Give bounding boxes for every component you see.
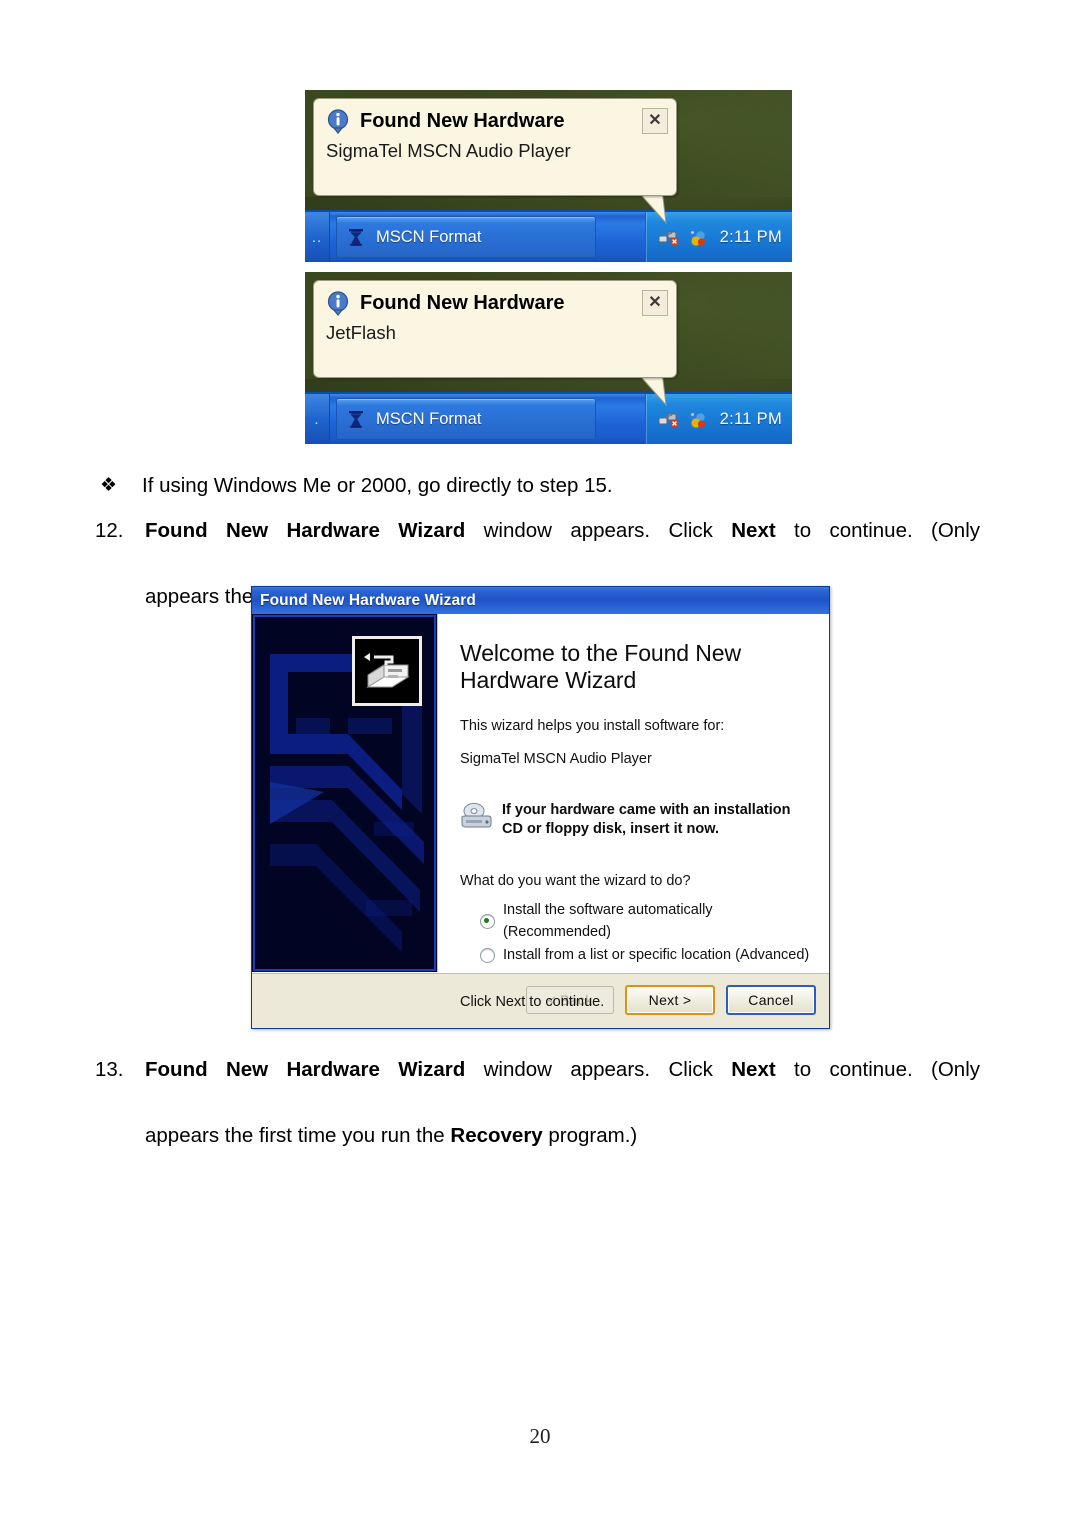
balloon-title: Found New Hardware <box>360 109 565 132</box>
wizard-content: Welcome to the Found New Hardware Wizard… <box>438 614 829 1010</box>
screenshot-balloon-sigmatel: .. MSCN Format 2:11 PM Found New Hardwar… <box>305 90 792 262</box>
radio-install-from-list-label: Install from a list or specific location… <box>503 946 810 963</box>
wizard-cd-note: If your hardware came with an installati… <box>460 801 811 839</box>
found-new-hardware-balloon[interactable]: Found New Hardware ✕ JetFlash <box>313 280 677 378</box>
step-13-line2-prefix: appears the first time you run the <box>145 1124 451 1147</box>
radio-install-automatically-label: Install the software automatically (Reco… <box>503 901 713 941</box>
step-12-number: 12. <box>95 519 124 542</box>
step-13-text-b: to continue. (Only <box>775 1058 980 1081</box>
mscn-format-icon <box>345 408 367 430</box>
taskbar-task-label: MSCN Format <box>376 227 482 246</box>
wizard-options-group: Install the software automatically (Reco… <box>460 899 811 966</box>
note-bullet-line: ❖ If using Windows Me or 2000, go direct… <box>100 472 980 500</box>
balloon-title: Found New Hardware <box>360 291 565 314</box>
taskbar-task-label: MSCN Format <box>376 409 482 428</box>
mscn-format-icon <box>345 226 367 248</box>
tray-balls-icon[interactable] <box>687 409 708 430</box>
taskbar-left-stub: .. <box>305 212 330 262</box>
wizard-title: Found New Hardware Wizard <box>260 591 476 609</box>
hardware-device-icon <box>352 636 422 706</box>
found-new-hardware-wizard-window[interactable]: Found New Hardware Wizard Welcome to the… <box>251 586 830 1029</box>
wizard-device-name: SigmaTel MSCN Audio Player <box>460 751 652 768</box>
found-new-hardware-balloon[interactable]: Found New Hardware ✕ SigmaTel MSCN Audio… <box>313 98 677 196</box>
radio-indicator-selected[interactable] <box>480 913 495 929</box>
wizard-main: Welcome to the Found New Hardware Wizard… <box>252 614 829 1010</box>
balloon-header: Found New Hardware ✕ <box>314 99 676 134</box>
radio-install-automatically[interactable]: Install the software automatically (Reco… <box>480 899 811 944</box>
network-connection-icon[interactable] <box>658 409 679 430</box>
page-number: 20 <box>529 1424 551 1448</box>
step-13-number: 13. <box>95 1058 124 1081</box>
taskbar-task-button[interactable]: MSCN Format <box>336 398 596 440</box>
close-icon[interactable]: ✕ <box>642 290 668 316</box>
balloon-message: JetFlash <box>326 322 396 343</box>
cd-drive-icon <box>460 802 492 830</box>
wizard-titlebar: Found New Hardware Wizard <box>252 587 829 614</box>
step-13-line2-suffix: program.) <box>542 1124 638 1147</box>
step-13-bold-recovery: Recovery <box>450 1124 543 1147</box>
step-13-bold-next: Next <box>731 1058 776 1081</box>
step-12-text-b: to continue. (Only <box>775 519 980 542</box>
close-icon[interactable]: ✕ <box>642 108 668 134</box>
tray-balls-icon[interactable] <box>687 227 708 248</box>
windows-taskbar: . MSCN Format 2:11 PM <box>305 392 792 444</box>
network-connection-icon[interactable] <box>658 227 679 248</box>
radio-install-from-list[interactable]: Install from a list or specific location… <box>480 944 811 966</box>
balloon-message: SigmaTel MSCN Audio Player <box>326 140 571 161</box>
step-12-text-a: window appears. Click <box>465 519 732 542</box>
taskbar-task-button[interactable]: MSCN Format <box>336 216 596 258</box>
taskbar-left-stub: . <box>305 394 330 444</box>
step-13-bold-wizard: Found New Hardware Wizard <box>145 1058 466 1081</box>
balloon-header: Found New Hardware ✕ <box>314 281 676 316</box>
wizard-question: What do you want the wizard to do? <box>460 872 691 889</box>
screenshot-balloon-jetflash: . MSCN Format 2:11 PM Found New Hardware… <box>305 272 792 444</box>
clock[interactable]: 2:11 PM <box>716 228 782 247</box>
wizard-cd-note-text: If your hardware came with an installati… <box>502 802 791 838</box>
step-12-bold-next: Next <box>731 519 776 542</box>
info-icon <box>325 290 351 316</box>
wizard-subtitle: This wizard helps you install software f… <box>460 718 725 735</box>
note-bullet-text: If using Windows Me or 2000, go directly… <box>142 474 613 497</box>
windows-taskbar: .. MSCN Format 2:11 PM <box>305 210 792 262</box>
wizard-click-next-text: Click Next to continue. <box>460 994 605 1011</box>
step-12-bold-wizard: Found New Hardware Wizard <box>145 519 466 542</box>
document-page: .. MSCN Format 2:11 PM Found New Hardwar… <box>0 0 1080 1528</box>
step-13: 13. Found New Hardware Wizard window app… <box>95 1053 980 1152</box>
clock[interactable]: 2:11 PM <box>716 410 782 429</box>
step-13-body: Found New Hardware Wizard window appears… <box>145 1053 980 1152</box>
diamond-bullet-icon: ❖ <box>100 475 118 496</box>
info-icon <box>325 108 351 134</box>
wizard-heading: Welcome to the Found New Hardware Wizard <box>460 640 741 694</box>
wizard-banner-graphic <box>252 614 438 972</box>
step-13-text-a: window appears. Click <box>465 1058 732 1081</box>
radio-indicator-unselected[interactable] <box>480 947 495 963</box>
